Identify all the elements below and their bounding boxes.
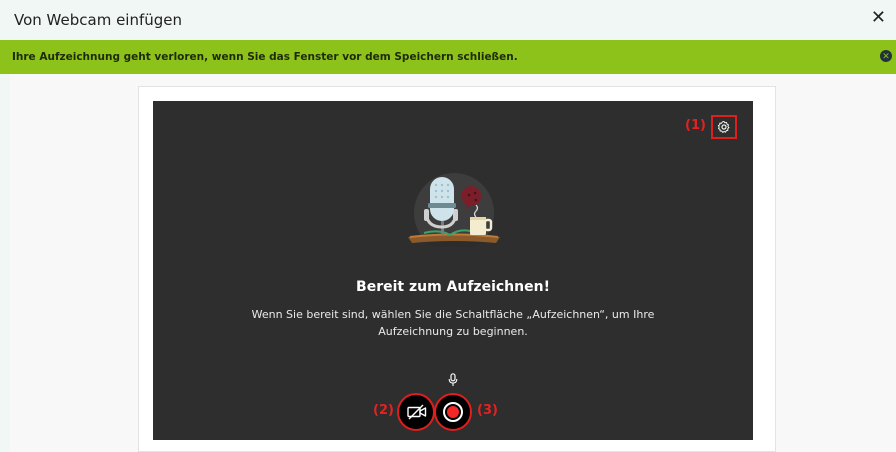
dialog-title: Von Webcam einfügen xyxy=(14,11,183,29)
dialog-titlebar: Von Webcam einfügen ✕ xyxy=(0,0,896,40)
camera-toggle-button[interactable] xyxy=(397,393,435,431)
recorder-preview: (1) Bereit zum Aufzeichnen! Wenn Sie ber… xyxy=(153,101,753,440)
annotation-label-2: (2) xyxy=(373,403,394,418)
record-button[interactable] xyxy=(434,393,472,431)
record-icon xyxy=(443,402,463,422)
microphone-icon xyxy=(448,373,458,386)
ready-description: Wenn Sie bereit sind, wählen Sie die Sch… xyxy=(251,308,655,338)
settings-button[interactable] xyxy=(711,115,737,139)
banner-text: Ihre Aufzeichnung geht verloren, wenn Si… xyxy=(12,51,518,63)
close-dialog-button[interactable]: ✕ xyxy=(871,9,886,27)
banner-close-icon[interactable]: ✕ xyxy=(880,50,892,62)
gear-icon xyxy=(717,120,730,133)
annotation-label-1: (1) xyxy=(685,118,706,133)
record-dot xyxy=(447,406,459,418)
camera-off-icon xyxy=(407,404,427,420)
ready-heading: Bereit zum Aufzeichnen! xyxy=(356,279,550,295)
annotation-label-3: (3) xyxy=(477,403,498,418)
warning-banner: Ihre Aufzeichnung geht verloren, wenn Si… xyxy=(0,40,896,74)
podcast-illustration-icon xyxy=(408,173,500,247)
